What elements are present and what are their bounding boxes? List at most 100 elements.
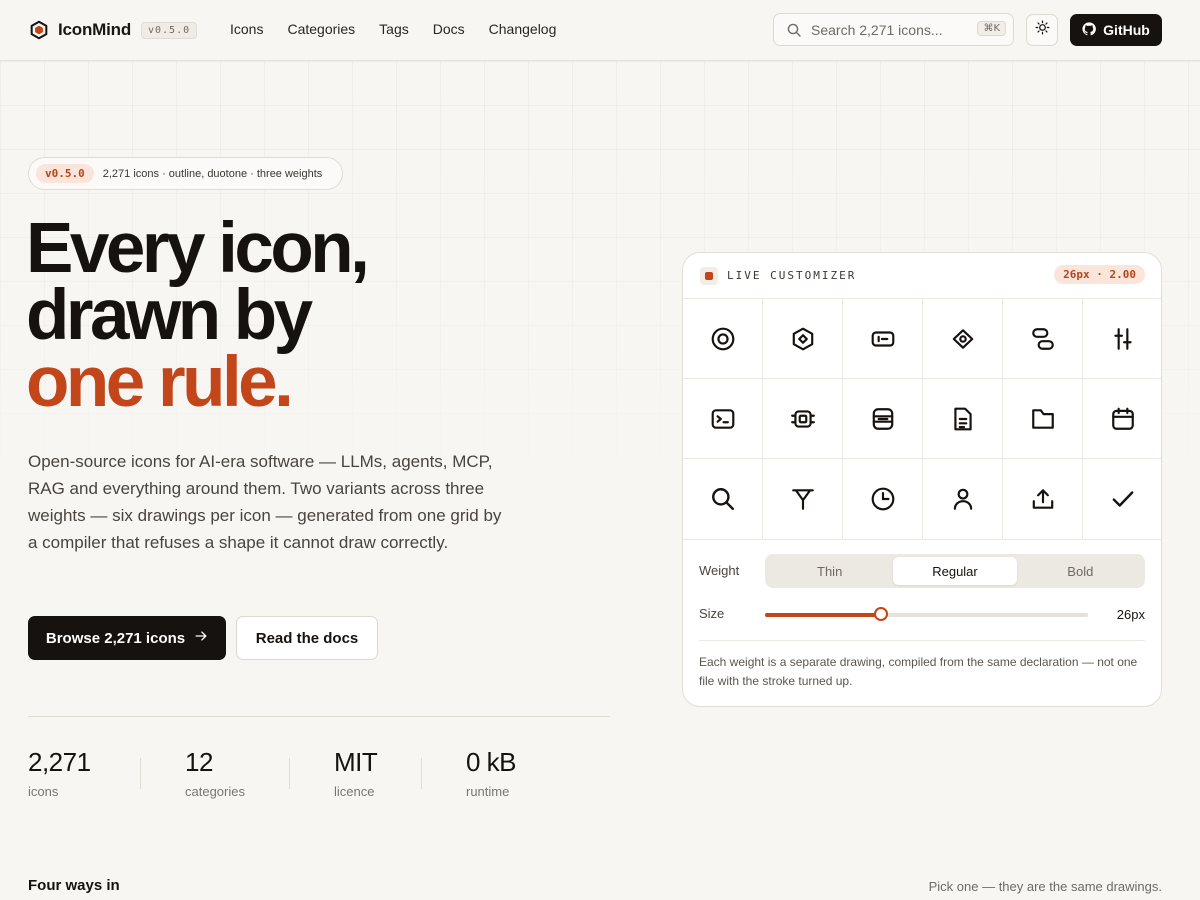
size-stroke-badge: 26px · 2.00 — [1054, 265, 1145, 284]
stat-icons: 2,271 icons — [28, 746, 91, 799]
icon-cell[interactable] — [843, 299, 923, 379]
version-badge: v0.5.0 — [141, 21, 198, 39]
size-slider-fill — [765, 613, 882, 617]
icon-cell[interactable] — [763, 379, 843, 459]
github-label: GitHub — [1103, 22, 1150, 38]
document-icon — [953, 407, 972, 430]
icon-cell[interactable] — [1083, 379, 1161, 459]
stat-runtime: 0 kB runtime — [466, 746, 517, 799]
nav-item-tags[interactable]: Tags — [379, 21, 409, 37]
stat-label: icons — [28, 784, 59, 799]
browse-icons-button[interactable]: Browse 2,271 icons — [28, 616, 226, 660]
icon-cell[interactable] — [763, 299, 843, 379]
card-divider — [699, 640, 1145, 641]
brand-name: IconMind — [58, 20, 131, 39]
headline-line-3: one rule. — [26, 343, 294, 422]
hexagon-dot-icon — [792, 327, 813, 350]
browse-icons-label: Browse 2,271 icons — [45, 629, 186, 647]
stat-categories: 12 categories — [185, 746, 245, 799]
icon-cell[interactable] — [763, 459, 843, 539]
search-icon — [711, 488, 734, 510]
release-version-tag: v0.5.0 — [36, 164, 94, 183]
size-slider-handle[interactable] — [874, 607, 889, 621]
nav-item-icons[interactable]: Icons — [230, 21, 263, 37]
sliders-icon — [1114, 327, 1132, 350]
main-nav: Icons Categories Tags Docs Changelog — [230, 21, 556, 37]
customizer-note: Each weight is a separate drawing, compi… — [699, 655, 1138, 688]
stat-value: MIT — [334, 747, 378, 777]
weight-label: Weight — [699, 563, 740, 578]
icon-cell[interactable] — [683, 459, 763, 539]
target-icon — [711, 327, 734, 350]
github-button[interactable]: GitHub — [1070, 14, 1162, 46]
stat-separator — [289, 758, 290, 789]
check-icon — [1112, 491, 1134, 507]
size-slider[interactable] — [765, 607, 1088, 621]
search-box[interactable]: ⌘K — [773, 13, 1014, 46]
icon-cell[interactable] — [843, 459, 923, 539]
terminal-icon — [711, 408, 734, 429]
headline-line-1: Every icon, — [26, 209, 370, 288]
nav-item-categories[interactable]: Categories — [287, 21, 355, 37]
hero-description: Open-source icons for AI-era software — … — [28, 452, 502, 552]
section-title: Four ways in — [28, 877, 120, 894]
weight-option-thin[interactable]: Thin — [768, 557, 891, 585]
stat-value: 0 kB — [466, 747, 517, 777]
github-icon — [1082, 21, 1097, 39]
stats-divider — [28, 716, 610, 717]
hexagon-logo-icon — [28, 19, 50, 41]
weight-option-bold[interactable]: Bold — [1019, 557, 1142, 585]
icon-cell[interactable] — [683, 299, 763, 379]
top-navigation-bar: IconMind v0.5.0 Icons Categories Tags Do… — [0, 0, 1200, 61]
calendar-icon — [1112, 407, 1134, 430]
search-icon — [786, 22, 802, 38]
user-icon — [953, 488, 972, 510]
stat-separator — [140, 758, 141, 789]
theme-toggle-button[interactable] — [1026, 14, 1058, 46]
icon-cell[interactable] — [1003, 459, 1083, 539]
brand[interactable]: IconMind v0.5.0 — [28, 18, 198, 42]
stat-licence: MIT licence — [334, 746, 378, 799]
hero-headline: Every icon, drawn by one rule. — [26, 209, 370, 422]
live-customizer-card: LIVE CUSTOMIZER 26px · 2.00 Weight Thin … — [682, 252, 1162, 707]
chip-icon — [790, 409, 815, 428]
icon-cell[interactable] — [1083, 299, 1161, 379]
stat-value: 2,271 — [28, 747, 91, 777]
filter-icon — [791, 489, 814, 510]
section-note: Pick one — they are the same drawings. — [928, 879, 1162, 894]
search-input[interactable] — [811, 21, 961, 38]
sun-icon — [1035, 20, 1050, 40]
icon-cell[interactable] — [923, 379, 1003, 459]
headline-line-2: drawn by — [26, 276, 313, 355]
workflow-icon — [1031, 327, 1054, 350]
release-summary: 2,271 icons · outline, duotone · three w… — [102, 167, 323, 180]
diamond-eye-icon — [952, 328, 973, 349]
icon-cell[interactable] — [683, 379, 763, 459]
icon-cell[interactable] — [843, 379, 923, 459]
icon-cell[interactable] — [1003, 299, 1083, 379]
icon-cell[interactable] — [1003, 379, 1083, 459]
clock-icon — [871, 487, 894, 511]
nav-item-docs[interactable]: Docs — [433, 21, 465, 37]
read-docs-button[interactable]: Read the docs — [236, 616, 378, 660]
stat-label: categories — [185, 784, 245, 799]
upload-icon — [1032, 489, 1053, 509]
stat-value: 12 — [185, 747, 213, 777]
icon-cell[interactable] — [923, 299, 1003, 379]
icon-cell[interactable] — [923, 459, 1003, 539]
weight-selector: Thin Regular Bold — [765, 554, 1145, 588]
release-pill[interactable]: v0.5.0 2,271 icons · outline, duotone · … — [28, 157, 343, 190]
stat-separator — [421, 758, 422, 789]
nav-item-changelog[interactable]: Changelog — [489, 21, 557, 37]
weight-option-regular[interactable]: Regular — [893, 557, 1017, 585]
live-indicator-icon — [700, 266, 718, 285]
customizer-title: LIVE CUSTOMIZER — [727, 269, 857, 282]
icon-preview-grid — [683, 299, 1161, 540]
icon-cell[interactable] — [1083, 459, 1161, 539]
token-icon — [871, 330, 894, 347]
stat-label: runtime — [466, 784, 510, 799]
size-label: Size — [699, 606, 725, 621]
stat-label: licence — [334, 784, 375, 799]
size-value: 26px — [1116, 607, 1145, 622]
search-shortcut: ⌘K — [977, 21, 1006, 36]
